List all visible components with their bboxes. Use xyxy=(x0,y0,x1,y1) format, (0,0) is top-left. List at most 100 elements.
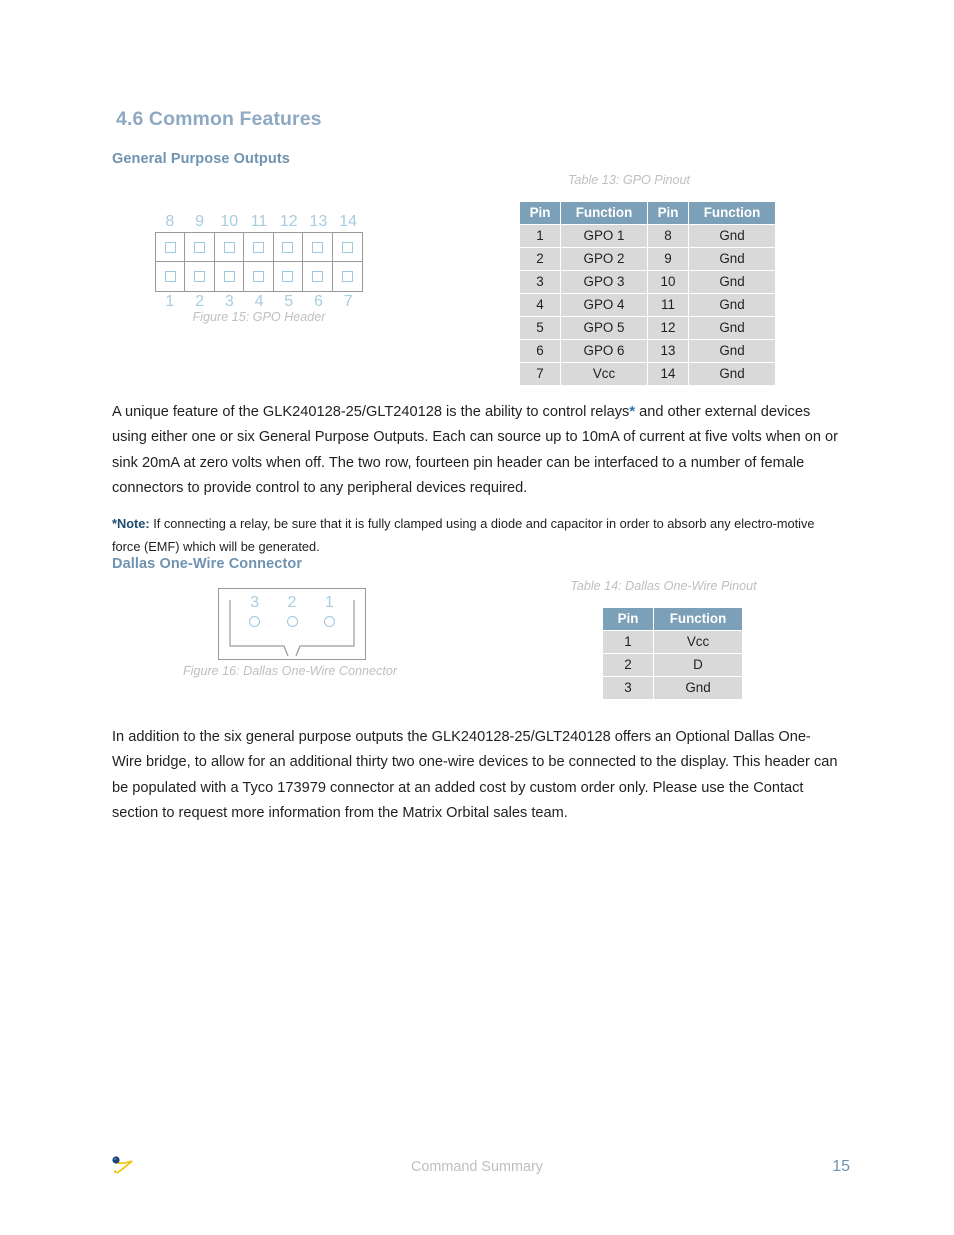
table-row: 4 GPO 4 11 Gnd xyxy=(520,294,775,316)
pin-number: 7 xyxy=(343,293,353,310)
table-header-row: Pin Function xyxy=(603,608,742,630)
pin-number: 10 xyxy=(220,213,239,230)
pin-number: 8 xyxy=(165,213,175,230)
pin-cell xyxy=(185,262,215,291)
pin-pad-icon xyxy=(223,241,235,253)
gpo-top-pin-numbers: 8 9 10 11 12 13 14 xyxy=(155,212,363,231)
table-dallas-one-wire-pinout: Pin Function 1 Vcc 2 D 3 Gnd xyxy=(602,607,743,700)
pin-cell xyxy=(185,233,215,262)
table-row: 6 GPO 6 13 Gnd xyxy=(520,340,775,362)
cell-function: Vcc xyxy=(654,631,742,653)
table-row: 3 GPO 3 10 Gnd xyxy=(520,271,775,293)
column-header-pin: Pin xyxy=(603,608,653,630)
table-row: 1 Vcc xyxy=(603,631,742,653)
table-row: 5 GPO 5 12 Gnd xyxy=(520,317,775,339)
pin-pad-icon xyxy=(311,241,323,253)
pin-number: 6 xyxy=(314,293,323,310)
gpo-bottom-pin-numbers: 1 2 3 4 5 6 7 xyxy=(155,292,363,311)
subheading-general-purpose-outputs: General Purpose Outputs xyxy=(112,151,290,167)
pin-cell xyxy=(303,233,333,262)
caption-figure-16: Figure 16: Dallas One-Wire Connector xyxy=(182,664,398,678)
cell-function: GPO 6 xyxy=(561,340,647,362)
pin-number: 2 xyxy=(287,594,297,611)
pin-cell xyxy=(156,262,186,291)
cell-pin: 10 xyxy=(648,271,688,293)
pin-cell xyxy=(156,233,186,262)
cell-function: D xyxy=(654,654,742,676)
pin-pad-icon xyxy=(282,241,294,253)
pin-hole-slot xyxy=(311,616,348,627)
cell-function: Gnd xyxy=(689,225,775,247)
cell-function: Gnd xyxy=(689,271,775,293)
pin-cell xyxy=(215,262,245,291)
pin-cell xyxy=(274,262,304,291)
column-header-function: Function xyxy=(654,608,742,630)
pin-number: 3 xyxy=(224,293,234,310)
figure-dallas-connector-diagram: 1 2 3 xyxy=(218,588,366,660)
document-page: 4.6 Common Features General Purpose Outp… xyxy=(0,0,954,1235)
pin-number: 12 xyxy=(279,213,298,230)
caption-table-14: Table 14: Dallas One-Wire Pinout xyxy=(570,579,757,593)
cell-function: GPO 3 xyxy=(561,271,647,293)
cell-pin: 4 xyxy=(520,294,560,316)
pin-hole-slot xyxy=(273,616,310,627)
pin-cell xyxy=(244,233,274,262)
caption-figure-15: Figure 15: GPO Header xyxy=(192,310,326,324)
pin-pad-icon xyxy=(164,241,176,253)
pin-pad-icon xyxy=(282,271,294,282)
pin-pad-icon xyxy=(341,241,353,253)
table-row: 1 GPO 1 8 Gnd xyxy=(520,225,775,247)
table-row: 3 Gnd xyxy=(603,677,742,699)
paragraph-gpo-description: A unique feature of the GLK240128-25/GLT… xyxy=(112,400,840,502)
pin-number: 3 xyxy=(250,594,260,611)
pin-cell xyxy=(273,233,304,262)
cell-function: Gnd xyxy=(689,340,775,362)
gpo-pin-grid xyxy=(155,232,363,292)
pin-pad-icon xyxy=(194,241,206,253)
table-header-row: Pin Function Pin Function xyxy=(520,202,775,224)
pin-pad-icon xyxy=(341,271,353,282)
cell-pin: 9 xyxy=(648,248,688,270)
pin-hole-icon xyxy=(323,616,335,627)
cell-pin: 11 xyxy=(648,294,688,316)
pin-pad-icon xyxy=(252,271,264,282)
pin-number: 13 xyxy=(309,213,328,230)
section-heading-4-6: 4.6 Common Features xyxy=(116,108,322,130)
paragraph-dallas-description: In addition to the six general purpose o… xyxy=(112,728,838,822)
table-row: 2 GPO 2 9 Gnd xyxy=(520,248,775,270)
pin-number: 1 xyxy=(324,594,334,611)
dallas-pin-numbers: 1 2 3 xyxy=(236,594,348,612)
pin-pad-icon xyxy=(194,271,206,282)
cell-pin: 8 xyxy=(648,225,688,247)
caption-table-13: Table 13: GPO Pinout xyxy=(567,173,691,187)
pin-pad-icon xyxy=(164,271,176,282)
table-row: 2 D xyxy=(603,654,742,676)
pin-pad-icon xyxy=(252,241,264,253)
pin-pad-icon xyxy=(223,271,235,282)
cell-function: Gnd xyxy=(654,677,742,699)
cell-pin: 5 xyxy=(520,317,560,339)
pin-hole-icon xyxy=(286,616,298,627)
footer-section-label: Command Summary xyxy=(411,1159,543,1175)
pin-number: 9 xyxy=(195,213,205,230)
pin-hole-slot xyxy=(236,616,273,627)
column-header-function-1: Function xyxy=(561,202,647,224)
pin-number: 5 xyxy=(284,293,294,310)
pin-cell xyxy=(303,262,333,291)
cell-pin: 6 xyxy=(520,340,560,362)
cell-function: GPO 5 xyxy=(561,317,647,339)
pin-hole-icon xyxy=(249,616,261,627)
cell-function: Gnd xyxy=(689,294,775,316)
pin-cell xyxy=(332,233,362,262)
cell-function: Gnd xyxy=(689,248,775,270)
subheading-dallas-one-wire-connector: Dallas One-Wire Connector xyxy=(112,556,303,572)
cell-function: Gnd xyxy=(689,363,775,385)
figure-gpo-header-diagram: 8 9 10 11 12 13 14 1 2 3 4 5 6 7 xyxy=(155,212,363,311)
cell-pin: 3 xyxy=(520,271,560,293)
paragraph-relay-note: *Note: If connecting a relay, be sure th… xyxy=(112,512,840,558)
note-label: *Note: xyxy=(112,515,150,531)
column-header-function-2: Function xyxy=(689,202,775,224)
cell-function: GPO 2 xyxy=(561,248,647,270)
pin-number: 14 xyxy=(339,213,358,230)
cell-pin: 1 xyxy=(603,631,653,653)
